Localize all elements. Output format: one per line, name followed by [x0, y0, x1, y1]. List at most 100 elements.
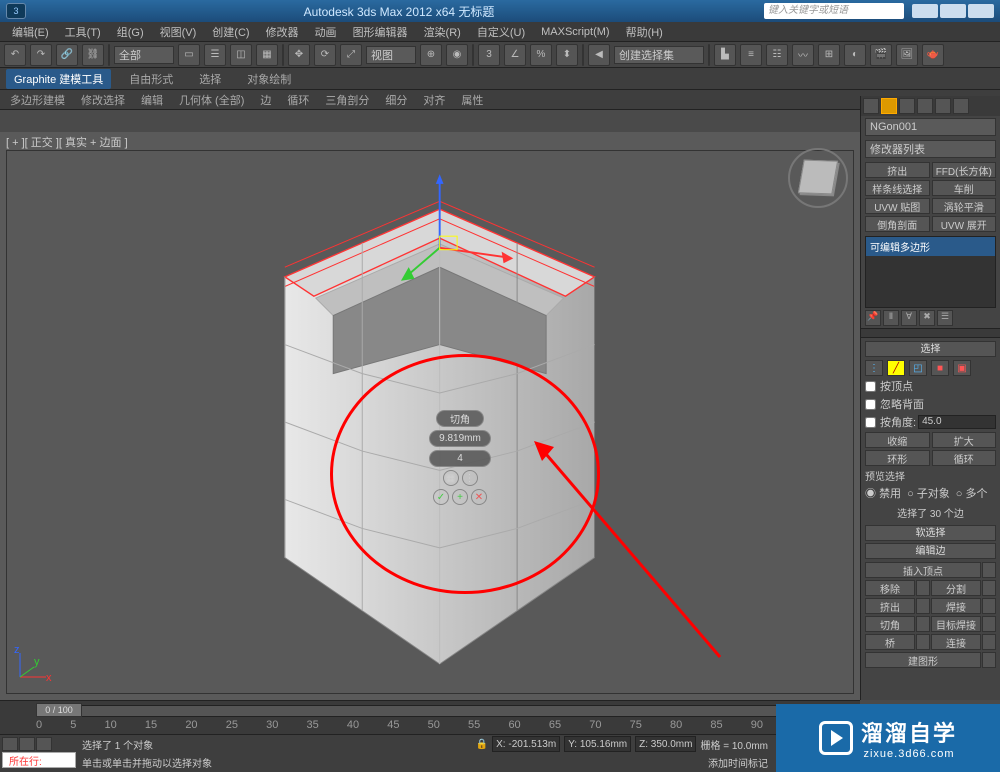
spinner-snap-button[interactable]: ⬍	[556, 44, 578, 66]
redo-button[interactable]: ↷	[30, 44, 52, 66]
render-frame-button[interactable]: 🖼	[896, 44, 918, 66]
align-button[interactable]: ≡	[740, 44, 762, 66]
create-shape-button[interactable]: 建图形	[865, 652, 981, 668]
snap-toggle-button[interactable]: 3	[478, 44, 500, 66]
mod-turbosmooth-button[interactable]: 涡轮平滑	[932, 198, 997, 214]
add-time-tag-button[interactable]: 添加时间标记	[708, 755, 768, 770]
angle-snap-button[interactable]: ∠	[504, 44, 526, 66]
preview-selection-radios[interactable]: ◉ 禁用 ○ 子对象 ○ 多个	[865, 485, 996, 501]
loop-button[interactable]: 循环	[932, 450, 997, 466]
maxscript-mini-button[interactable]	[2, 737, 18, 751]
ref-coord-dropdown[interactable]: 视图	[366, 46, 416, 64]
utilities-tab-icon[interactable]	[953, 98, 969, 114]
configure-sets-button[interactable]: ☰	[937, 310, 953, 326]
weld-settings-button[interactable]	[982, 598, 996, 614]
mod-uvwunwrap-button[interactable]: UVW 展开	[932, 216, 997, 232]
bridge-settings-button[interactable]	[916, 634, 930, 650]
menu-create[interactable]: 创建(C)	[204, 24, 257, 40]
pin-stack-button[interactable]: 📌	[865, 310, 881, 326]
chamfer-settings-button[interactable]	[916, 616, 930, 632]
ignore-backfacing-checkbox[interactable]: 忽略背面	[865, 396, 996, 412]
manipulate-button[interactable]: ◉	[446, 44, 468, 66]
remove-modifier-button[interactable]: ✖	[919, 310, 935, 326]
menu-group[interactable]: 组(G)	[109, 24, 152, 40]
caddy-apply-button[interactable]: +	[452, 489, 468, 505]
lock-selection-button[interactable]: 🔒	[476, 739, 488, 750]
select-move-button[interactable]: ✥	[288, 44, 310, 66]
minimize-button[interactable]	[912, 4, 938, 18]
shrink-button[interactable]: 收缩	[865, 432, 930, 448]
mod-bevelprofile-button[interactable]: 倒角剖面	[865, 216, 930, 232]
mirror-button[interactable]: ▙	[714, 44, 736, 66]
coord-y-field[interactable]: Y: 105.16mm	[564, 736, 631, 752]
split-button[interactable]: 分割	[931, 580, 981, 596]
search-input[interactable]: 键入关键字或短语	[764, 3, 904, 19]
named-selection-dropdown[interactable]: 创建选择集	[614, 46, 704, 64]
maximize-button[interactable]	[940, 4, 966, 18]
remove-settings-button[interactable]	[916, 580, 930, 596]
named-sel-prev-button[interactable]: ◀	[588, 44, 610, 66]
by-vertex-checkbox[interactable]: 按顶点	[865, 378, 996, 394]
menu-modifiers[interactable]: 修改器	[258, 24, 307, 40]
time-slider[interactable]: 0 / 100 05101520253035404550556065707580…	[0, 700, 860, 734]
extrude-settings-button[interactable]	[916, 598, 930, 614]
mod-lathe-button[interactable]: 车削	[932, 180, 997, 196]
show-end-result-button[interactable]: Ⅱ	[883, 310, 899, 326]
by-angle-spinner[interactable]: 45.0	[918, 415, 996, 429]
ring-button[interactable]: 环形	[865, 450, 930, 466]
extrude-button[interactable]: 挤出	[865, 598, 915, 614]
select-scale-button[interactable]: ⤢	[340, 44, 362, 66]
viewport-label[interactable]: [ + ][ 正交 ][ 真实 + 边面 ]	[6, 134, 128, 150]
ribbon-panel-props[interactable]: 属性	[457, 92, 487, 108]
subobj-vertex-button[interactable]: ⋮	[865, 360, 883, 376]
subobj-border-button[interactable]: ◰	[909, 360, 927, 376]
pivot-button[interactable]: ⊕	[420, 44, 442, 66]
insert-vertex-settings-button[interactable]	[982, 562, 996, 578]
create-tab-icon[interactable]	[863, 98, 879, 114]
split-settings-button[interactable]	[982, 580, 996, 596]
ribbon-tab-paint[interactable]: 对象绘制	[239, 69, 299, 89]
caddy-cancel-button[interactable]: ✕	[471, 489, 487, 505]
curve-editor-button[interactable]: 〰	[792, 44, 814, 66]
layers-button[interactable]: ☷	[766, 44, 788, 66]
bridge-button[interactable]: 桥	[865, 634, 915, 650]
mod-splinesel-button[interactable]: 样条线选择	[865, 180, 930, 196]
coord-x-field[interactable]: X: -201.513m	[492, 736, 560, 752]
ribbon-panel-loops[interactable]: 循环	[283, 92, 313, 108]
subobj-edge-button[interactable]: ╱	[887, 360, 905, 376]
select-object-button[interactable]: ▭	[178, 44, 200, 66]
macro-rec-button[interactable]	[36, 737, 52, 751]
mod-uvwmap-button[interactable]: UVW 贴图	[865, 198, 930, 214]
link-button[interactable]: 🔗	[56, 44, 78, 66]
modifier-list-dropdown[interactable]: 修改器列表	[865, 140, 996, 158]
listener-button[interactable]	[19, 737, 35, 751]
caddy-title[interactable]: 切角	[436, 410, 484, 427]
stack-entry-editable-poly[interactable]: 可编辑多边形	[866, 237, 995, 256]
render-button[interactable]: 🫖	[922, 44, 944, 66]
caddy-open-chamfer-button[interactable]: ▦	[443, 470, 459, 486]
time-slider-thumb[interactable]: 0 / 100	[36, 703, 82, 717]
make-unique-button[interactable]: ∀	[901, 310, 917, 326]
rollout-selection-header[interactable]: 选择	[865, 341, 996, 357]
ribbon-tab-freeform[interactable]: 自由形式	[121, 69, 181, 89]
ribbon-panel-geom[interactable]: 几何体 (全部)	[175, 92, 248, 108]
modifier-stack[interactable]: 可编辑多边形	[865, 236, 996, 308]
ribbon-panel-modsel[interactable]: 修改选择	[77, 92, 129, 108]
object-name-field[interactable]: NGon001	[865, 118, 996, 136]
caddy-ok-button[interactable]: ✓	[433, 489, 449, 505]
mod-ffd-button[interactable]: FFD(长方体)	[932, 162, 997, 178]
close-button[interactable]	[968, 4, 994, 18]
material-editor-button[interactable]: ◐	[844, 44, 866, 66]
rollout-softsel-header[interactable]: 软选择	[865, 525, 996, 541]
menu-graph-editors[interactable]: 图形编辑器	[345, 24, 416, 40]
target-weld-button[interactable]: 目标焊接	[931, 616, 981, 632]
menu-rendering[interactable]: 渲染(R)	[416, 24, 469, 40]
ribbon-panel-edit[interactable]: 编辑	[137, 92, 167, 108]
menu-views[interactable]: 视图(V)	[152, 24, 205, 40]
mod-extrude-button[interactable]: 挤出	[865, 162, 930, 178]
by-angle-checkbox[interactable]: 按角度:	[865, 414, 916, 430]
rollout-editedges-header[interactable]: 编辑边	[865, 543, 996, 559]
hierarchy-tab-icon[interactable]	[899, 98, 915, 114]
weld-button[interactable]: 焊接	[931, 598, 981, 614]
selection-filter-dropdown[interactable]: 全部	[114, 46, 174, 64]
